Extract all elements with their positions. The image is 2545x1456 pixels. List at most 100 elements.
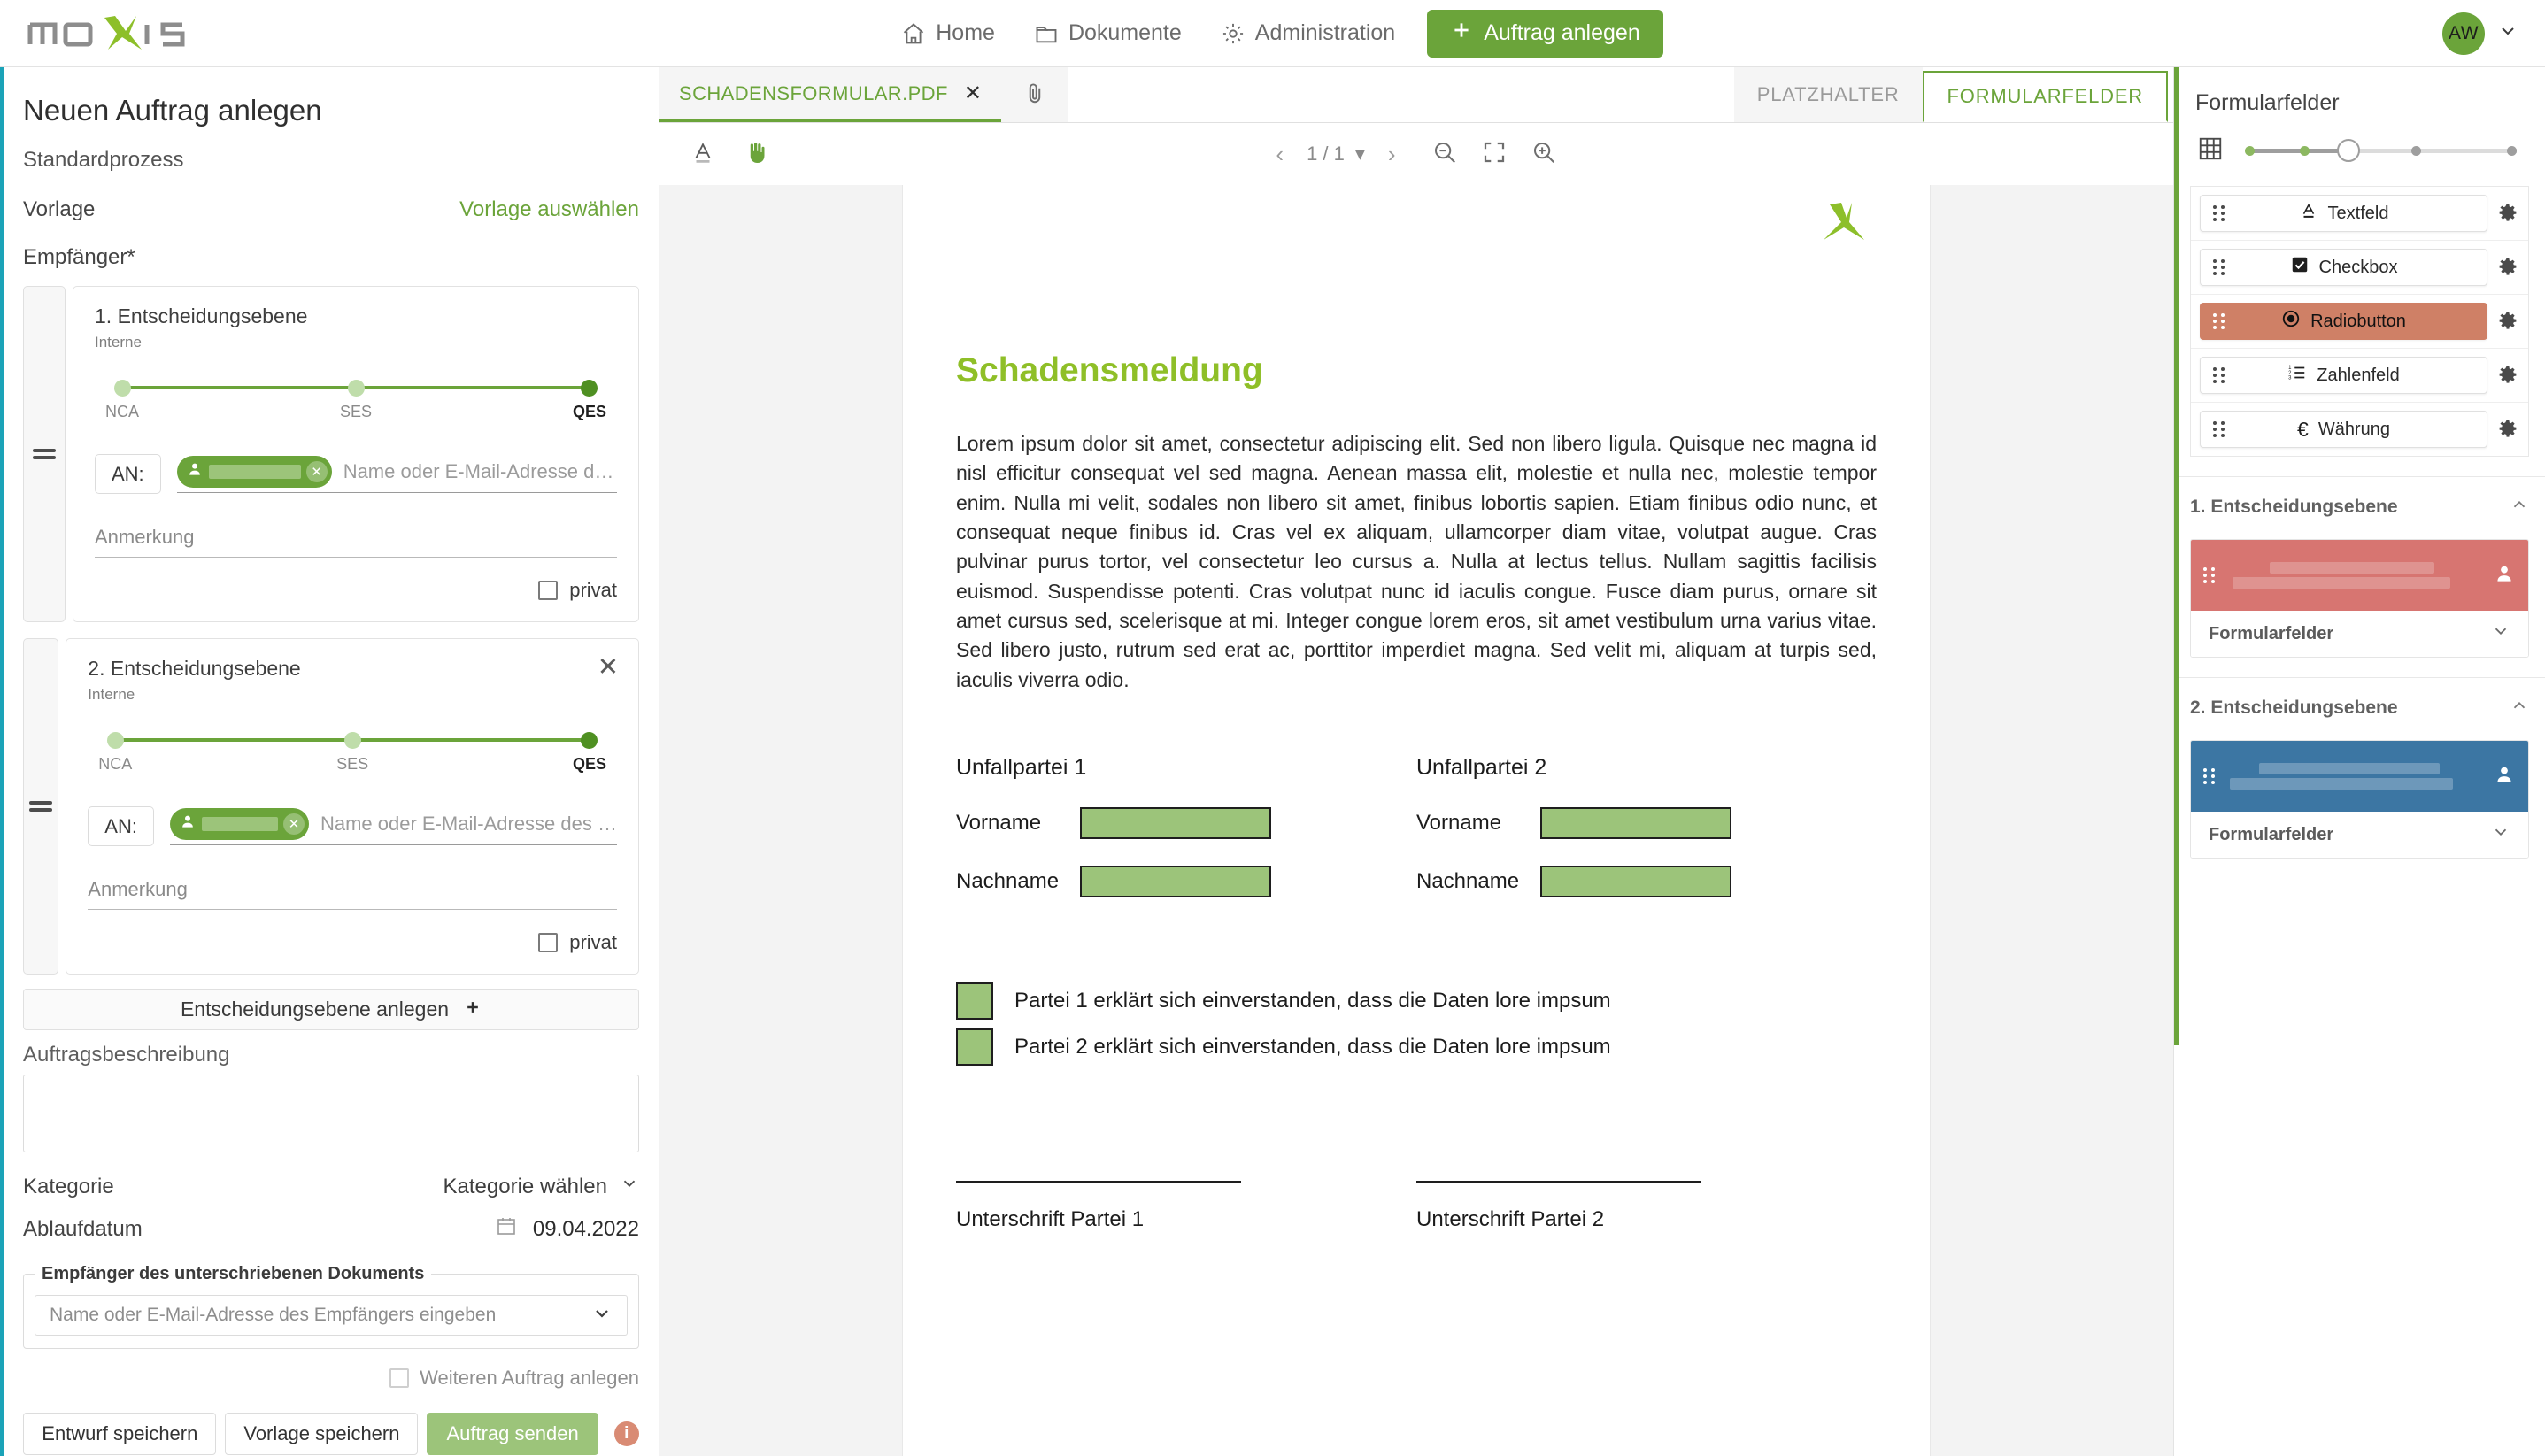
chevron-down-icon[interactable]: ▾ bbox=[1355, 143, 1365, 166]
palette-item-textfeld[interactable]: Textfeld bbox=[2200, 195, 2487, 232]
right-level-1-recipient-bar[interactable] bbox=[2191, 540, 2528, 611]
palette-item-radiobutton[interactable]: Radiobutton bbox=[2200, 303, 2487, 340]
add-decision-level-button[interactable]: Entscheidungsebene anlegen bbox=[23, 989, 639, 1030]
vorlage-select-link[interactable]: Vorlage auswählen bbox=[459, 197, 639, 222]
weiteren-auftrag-checkbox[interactable] bbox=[389, 1368, 410, 1388]
ablaufdatum-picker[interactable]: 09.04.2022 bbox=[496, 1215, 639, 1243]
right-section-level-2: 2. Entscheidungsebene Formularfelder bbox=[2174, 677, 2545, 859]
drag-handle-level-1[interactable] bbox=[23, 286, 66, 622]
settings-gear-zahlenfeld-icon[interactable] bbox=[2496, 365, 2519, 386]
level-1-signature-slider[interactable]: NCA SES QES bbox=[105, 380, 606, 428]
nav-item-dokumente[interactable]: Dokumente bbox=[1014, 20, 1201, 46]
send-order-button[interactable]: Auftrag senden bbox=[427, 1413, 598, 1455]
next-page-icon[interactable]: › bbox=[1388, 141, 1396, 168]
drag-handle-level-2[interactable] bbox=[23, 638, 59, 975]
level-2-recipient-chip[interactable]: ✕ bbox=[169, 807, 309, 840]
consent-checkbox-2[interactable] bbox=[956, 1028, 993, 1067]
consent-checkbox-1[interactable] bbox=[956, 982, 993, 1021]
size-step-5[interactable] bbox=[2507, 145, 2517, 156]
user-menu[interactable]: AW bbox=[2442, 0, 2518, 66]
pdf-viewport[interactable]: Schadensmeldung Lorem ipsum dolor sit am… bbox=[659, 185, 2173, 1456]
slider-tick-qes: QES bbox=[572, 755, 607, 773]
hand-tool-icon[interactable] bbox=[743, 139, 769, 170]
size-step-2[interactable] bbox=[2300, 145, 2310, 156]
info-icon[interactable]: i bbox=[613, 1421, 639, 1446]
right-level-1-formularfelder-dropdown[interactable]: Formularfelder bbox=[2191, 611, 2528, 657]
right-level-2-recipient-bar[interactable] bbox=[2191, 741, 2528, 812]
level-2-anmerkung[interactable]: Anmerkung bbox=[88, 878, 617, 910]
nav-label-dokumente: Dokumente bbox=[1068, 20, 1182, 45]
slider-knob-ses[interactable] bbox=[348, 380, 365, 397]
slider-track-empty bbox=[2356, 148, 2517, 153]
description-textarea[interactable] bbox=[23, 1075, 639, 1152]
level-1-privat-checkbox[interactable] bbox=[538, 581, 559, 600]
grid-icon[interactable] bbox=[2197, 135, 2224, 166]
document-tab-schadensformular[interactable]: SCHADENSFORMULAR.PDF ✕ bbox=[659, 67, 1001, 122]
settings-gear-textfeld-icon[interactable] bbox=[2496, 203, 2519, 224]
level-1-anmerkung-input[interactable] bbox=[95, 557, 617, 558]
level-1-recipient-field[interactable]: ✕ Name oder E-Mail-Adresse d… bbox=[176, 455, 617, 493]
tab-formularfelder[interactable]: FORMULARFELDER bbox=[1922, 71, 2168, 122]
settings-gear-waehrung-icon[interactable] bbox=[2496, 419, 2519, 440]
size-step-4[interactable] bbox=[2411, 145, 2421, 156]
level-1-anmerkung[interactable]: Anmerkung bbox=[95, 526, 617, 558]
level-1-an-button[interactable]: AN: bbox=[95, 454, 161, 494]
kategorie-select[interactable]: Kategorie wählen bbox=[443, 1174, 639, 1199]
level-2-an-button[interactable]: AN: bbox=[88, 806, 154, 846]
chevron-down-icon[interactable] bbox=[2497, 20, 2518, 46]
nav-item-administration[interactable]: Administration bbox=[1201, 20, 1415, 46]
attachments-tab[interactable] bbox=[1000, 67, 1068, 122]
chevron-up-icon[interactable] bbox=[2510, 696, 2529, 720]
slider-tick-ses: SES bbox=[339, 403, 373, 420]
save-template-button[interactable]: Vorlage speichern bbox=[225, 1413, 419, 1455]
nav-item-home[interactable]: Home bbox=[882, 20, 1014, 46]
level-2-anmerkung-label: Anmerkung bbox=[88, 878, 188, 900]
party-1-vorname-field[interactable] bbox=[1080, 807, 1271, 840]
tab-platzhalter[interactable]: PLATZHALTER bbox=[1733, 67, 1923, 122]
palette-item-zahlenfeld[interactable]: 1 2 3 Zahlenfeld bbox=[2200, 357, 2487, 394]
zoom-out-icon[interactable] bbox=[1431, 139, 1458, 170]
svg-text:3: 3 bbox=[2288, 376, 2292, 381]
create-auftrag-button[interactable]: Auftrag anlegen bbox=[1427, 9, 1663, 58]
fit-page-icon[interactable] bbox=[1481, 139, 1508, 170]
level-1-recipient-chip[interactable]: ✕ bbox=[176, 455, 332, 488]
slider-knob-nca[interactable] bbox=[114, 380, 131, 397]
signed-doc-recipient-select[interactable]: Name oder E-Mail-Adresse des Empfängers … bbox=[35, 1295, 628, 1336]
level-2-remove-recipient-icon[interactable]: ✕ bbox=[282, 813, 305, 835]
zoom-in-icon[interactable] bbox=[1531, 139, 1557, 170]
size-step-1[interactable] bbox=[2245, 145, 2255, 156]
chevron-up-icon[interactable] bbox=[2510, 495, 2529, 520]
slider-knob-nca[interactable] bbox=[107, 732, 125, 749]
save-draft-button[interactable]: Entwurf speichern bbox=[23, 1413, 217, 1455]
settings-gear-checkbox-icon[interactable] bbox=[2496, 257, 2519, 278]
right-section-level-2-header[interactable]: 2. Entscheidungsebene bbox=[2190, 696, 2529, 720]
level-2-anmerkung-input[interactable] bbox=[88, 909, 617, 910]
slider-knob-ses[interactable] bbox=[344, 732, 362, 749]
page-indicator[interactable]: 1 / 1 ▾ bbox=[1307, 143, 1365, 166]
ablaufdatum-value: 09.04.2022 bbox=[532, 1216, 639, 1241]
settings-gear-radiobutton-icon[interactable] bbox=[2496, 311, 2519, 332]
remove-level-2-icon[interactable]: ✕ bbox=[598, 655, 619, 681]
palette-item-waehrung[interactable]: € Währung bbox=[2200, 411, 2487, 448]
right-section-level-1-header[interactable]: 1. Entscheidungsebene bbox=[2190, 495, 2529, 520]
close-document-tab-icon[interactable]: ✕ bbox=[964, 82, 982, 104]
size-slider-handle[interactable] bbox=[2337, 138, 2360, 162]
previous-page-icon[interactable]: ‹ bbox=[1276, 141, 1284, 168]
right-level-2-formularfelder-dropdown[interactable]: Formularfelder bbox=[2191, 812, 2528, 858]
level-1-remove-recipient-icon[interactable]: ✕ bbox=[305, 460, 328, 482]
avatar[interactable]: AW bbox=[2442, 12, 2485, 55]
party-2-vorname-field[interactable] bbox=[1540, 807, 1731, 840]
level-2-recipient-field[interactable]: ✕ Name oder E-Mail-Adresse des … bbox=[169, 807, 617, 845]
slider-knob-qes[interactable] bbox=[581, 380, 598, 397]
field-size-slider[interactable] bbox=[2241, 138, 2520, 164]
party-2-nachname-field[interactable] bbox=[1540, 866, 1731, 898]
vorlage-row: Vorlage Vorlage auswählen bbox=[23, 197, 639, 222]
level-2-privat-checkbox[interactable] bbox=[538, 933, 559, 952]
text-tool-icon[interactable] bbox=[690, 139, 716, 170]
pdf-page[interactable]: Schadensmeldung Lorem ipsum dolor sit am… bbox=[903, 185, 1930, 1456]
level-2-signature-slider[interactable]: NCA SES QES bbox=[98, 732, 606, 780]
right-level-2-recipient-redacted bbox=[2227, 759, 2493, 793]
palette-item-checkbox[interactable]: Checkbox bbox=[2200, 249, 2487, 286]
party-1-nachname-field[interactable] bbox=[1080, 866, 1271, 898]
slider-knob-qes[interactable] bbox=[581, 732, 598, 749]
